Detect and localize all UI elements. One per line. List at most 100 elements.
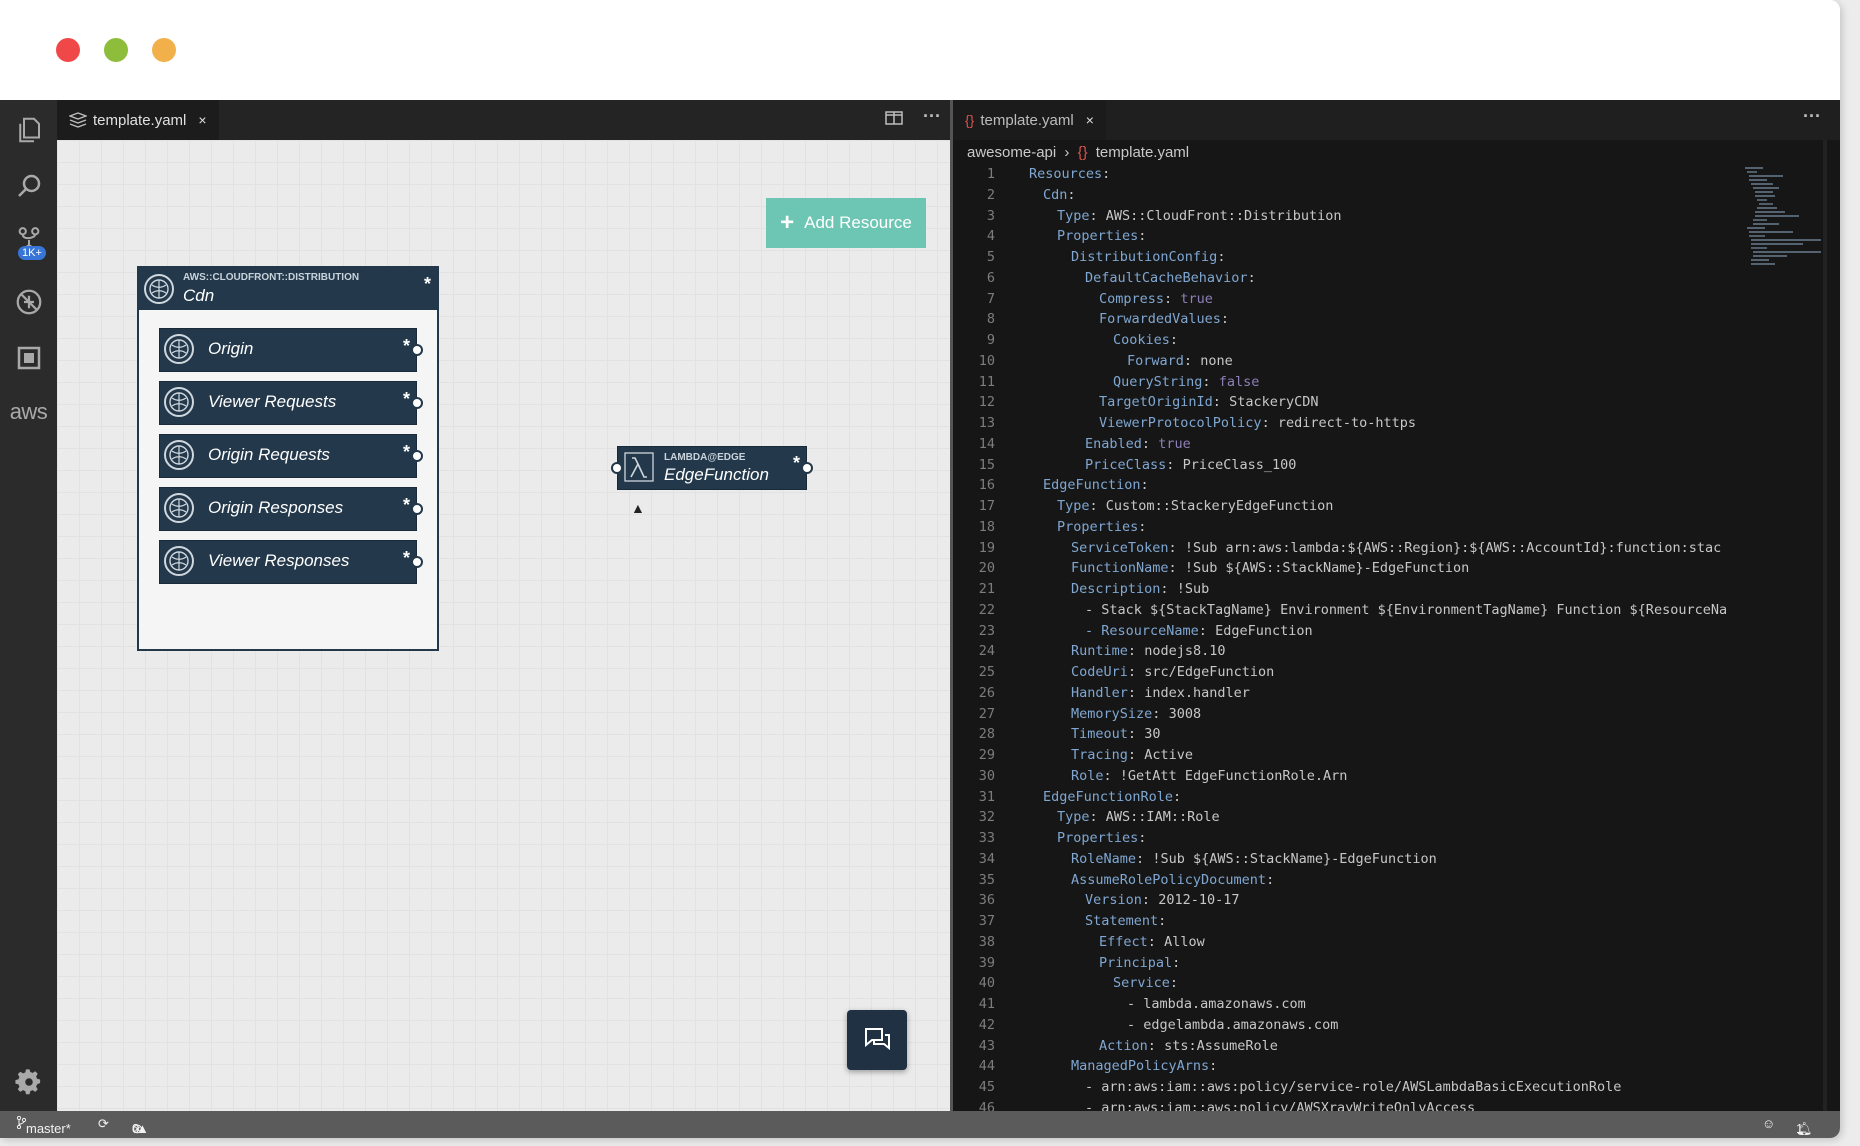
code-lines[interactable]: 1 Resources: 2 Cdn: 3 Type: AWS::CloudFront::… <box>953 164 1743 1119</box>
tab-template-visual[interactable]: template.yaml × <box>57 100 219 140</box>
line-number: 3 <box>986 207 995 224</box>
aws-icon[interactable]: aws <box>0 390 57 434</box>
output-port[interactable] <box>411 344 423 356</box>
code-line[interactable]: 17 Type: Custom::StackeryEdgeFunction <box>953 496 1743 517</box>
code-line[interactable]: 15 PriceClass: PriceClass_100 <box>953 455 1743 476</box>
code-line[interactable]: 28 Timeout: 30 <box>953 724 1743 745</box>
code-line[interactable]: 9 Cookies: <box>953 330 1743 351</box>
split-editor-icon[interactable] <box>885 110 903 131</box>
event-origin-responses[interactable]: Origin Responses * <box>159 487 423 531</box>
event-origin[interactable]: Origin * <box>159 328 423 372</box>
visual-canvas[interactable]: + Add Resource AWS::CLOUDFRONT::DISTRIBU… <box>57 140 950 1111</box>
code-line[interactable]: 42 - edgelambda.amazonaws.com <box>953 1015 1743 1036</box>
code-line[interactable]: 36 Version: 2012-10-17 <box>953 890 1743 911</box>
event-origin-requests[interactable]: Origin Requests * <box>159 434 423 478</box>
code-line[interactable]: 13 ViewerProtocolPolicy: redirect-to-http… <box>953 413 1743 434</box>
code-line[interactable]: 37 Statement: <box>953 911 1743 932</box>
code-line[interactable]: 24 Runtime: nodejs8.10 <box>953 641 1743 662</box>
code-line[interactable]: 19 ServiceToken: !Sub arn:aws:lambda:${AW… <box>953 538 1743 559</box>
explorer-icon[interactable] <box>0 108 57 152</box>
code-line[interactable]: 11 QueryString: false <box>953 372 1743 393</box>
maximize-window-button[interactable] <box>104 38 128 62</box>
sync-icon[interactable]: ⟳ <box>98 1116 109 1132</box>
cdn-node-header[interactable]: AWS::CLOUDFRONT::DISTRIBUTION Cdn * <box>139 268 437 310</box>
yaml-key: Forward <box>1127 352 1184 369</box>
code-line[interactable]: 16 EdgeFunction: <box>953 475 1743 496</box>
code-line[interactable]: 33 Properties: <box>953 828 1743 849</box>
code-line[interactable]: 6 DefaultCacheBehavior: <box>953 268 1743 289</box>
code-line[interactable]: 40 Service: <box>953 973 1743 994</box>
breadcrumb-project[interactable]: awesome-api <box>967 144 1056 161</box>
code-line[interactable]: 10 Forward: none <box>953 351 1743 372</box>
output-port[interactable] <box>411 556 423 568</box>
cdn-resource-node[interactable]: AWS::CLOUDFRONT::DISTRIBUTION Cdn * Orig… <box>137 266 439 651</box>
input-port[interactable] <box>611 462 623 474</box>
code-line[interactable]: 20 FunctionName: !Sub ${AWS::StackName}-E… <box>953 558 1743 579</box>
output-port[interactable] <box>801 462 813 474</box>
more-actions-icon[interactable]: ··· <box>1803 106 1821 127</box>
minimize-window-button[interactable] <box>152 38 176 62</box>
code-line[interactable]: 23 - ResourceName: EdgeFunction <box>953 621 1743 642</box>
code-line[interactable]: 38 Effect: Allow <box>953 932 1743 953</box>
settings-gear-icon[interactable] <box>0 1060 57 1104</box>
yaml-colon: : <box>1173 788 1182 805</box>
code-line[interactable]: 2 Cdn: <box>953 185 1743 206</box>
code-line[interactable]: 4 Properties: <box>953 226 1743 247</box>
branch-status[interactable]: master* <box>16 1115 71 1136</box>
close-window-button[interactable] <box>56 38 80 62</box>
editor-scrollbar[interactable] <box>1823 140 1827 1111</box>
code-line[interactable]: 18 Properties: <box>953 517 1743 538</box>
line-number: 9 <box>986 332 995 348</box>
code-line[interactable]: 12 TargetOriginId: StackeryCDN <box>953 392 1743 413</box>
code-line[interactable]: 44 ManagedPolicyArns: <box>953 1056 1743 1077</box>
edge-function-node[interactable]: LAMBDA@EDGE EdgeFunction * <box>611 446 813 490</box>
code-line[interactable]: 39 Principal: <box>953 953 1743 974</box>
code-line[interactable]: 45 - arn:aws:iam::aws:policy/service-role… <box>953 1077 1743 1098</box>
yaml-colon: : <box>1169 332 1179 348</box>
event-viewer-responses[interactable]: Viewer Responses * <box>159 540 423 584</box>
code-line[interactable]: 21 Description: !Sub <box>953 579 1743 600</box>
code-line[interactable]: 31 EdgeFunctionRole: <box>953 787 1743 808</box>
code-line[interactable]: 5 DistributionConfig: <box>953 247 1743 268</box>
search-icon[interactable] <box>0 164 57 208</box>
event-viewer-requests[interactable]: Viewer Requests * <box>159 381 423 425</box>
app-window: 1K+ aws template.yaml × ··· + Add Resour… <box>0 0 1840 1138</box>
breadcrumb-file[interactable]: template.yaml <box>1096 144 1189 161</box>
code-line[interactable]: 43 Action: sts:AssumeRole <box>953 1036 1743 1057</box>
code-editor[interactable]: awesome-api › {} template.yaml 1 Resource… <box>953 140 1840 1116</box>
code-line[interactable]: 25 CodeUri: src/EdgeFunction <box>953 662 1743 683</box>
code-line[interactable]: 27 MemorySize: 3008 <box>953 704 1743 725</box>
yaml-colon: : <box>1138 830 1147 846</box>
output-port[interactable] <box>411 397 423 409</box>
code-line[interactable]: 29 Tracing: Active <box>953 745 1743 766</box>
minimap[interactable] <box>1743 164 1823 274</box>
debug-icon[interactable] <box>0 280 57 324</box>
add-resource-button[interactable]: + Add Resource <box>766 198 926 248</box>
code-line[interactable]: 3 Type: AWS::CloudFront::Distribution <box>953 206 1743 227</box>
yaml-space <box>1112 768 1120 784</box>
code-line[interactable]: 30 Role: !GetAtt EdgeFunctionRole.Arn <box>953 766 1743 787</box>
code-line[interactable]: 1 Resources: <box>953 164 1743 185</box>
yaml-colon: : <box>1127 684 1137 701</box>
yaml-value: !Sub ${AWS::StackName}-EdgeFunction <box>1184 560 1470 577</box>
code-line[interactable]: 32 Type: AWS::IAM::Role <box>953 807 1743 828</box>
code-line[interactable]: 8 ForwardedValues: <box>953 309 1743 330</box>
yaml-space <box>1136 726 1144 742</box>
code-line[interactable]: 7 Compress: true <box>953 289 1743 310</box>
close-tab-icon[interactable]: × <box>1086 112 1094 128</box>
chat-button[interactable] <box>847 1010 907 1070</box>
code-line[interactable]: 14 Enabled: true <box>953 434 1743 455</box>
line-number: 19 <box>978 539 995 556</box>
more-actions-icon[interactable]: ··· <box>923 106 941 127</box>
code-line[interactable]: 26 Handler: index.handler <box>953 683 1743 704</box>
output-port[interactable] <box>411 450 423 462</box>
feedback-smiley-icon[interactable]: ☺ <box>1762 1116 1775 1131</box>
extensions-icon[interactable] <box>0 336 57 380</box>
tab-template-code[interactable]: {} template.yaml × <box>953 100 1106 140</box>
code-line[interactable]: 22 - Stack ${StackTagName} Environment ${… <box>953 600 1743 621</box>
output-port[interactable] <box>411 503 423 515</box>
code-line[interactable]: 35 AssumeRolePolicyDocument: <box>953 870 1743 891</box>
code-line[interactable]: 41 - lambda.amazonaws.com <box>953 994 1743 1015</box>
code-line[interactable]: 34 RoleName: !Sub ${AWS::StackName}-EdgeF… <box>953 849 1743 870</box>
close-tab-icon[interactable]: × <box>198 112 206 128</box>
